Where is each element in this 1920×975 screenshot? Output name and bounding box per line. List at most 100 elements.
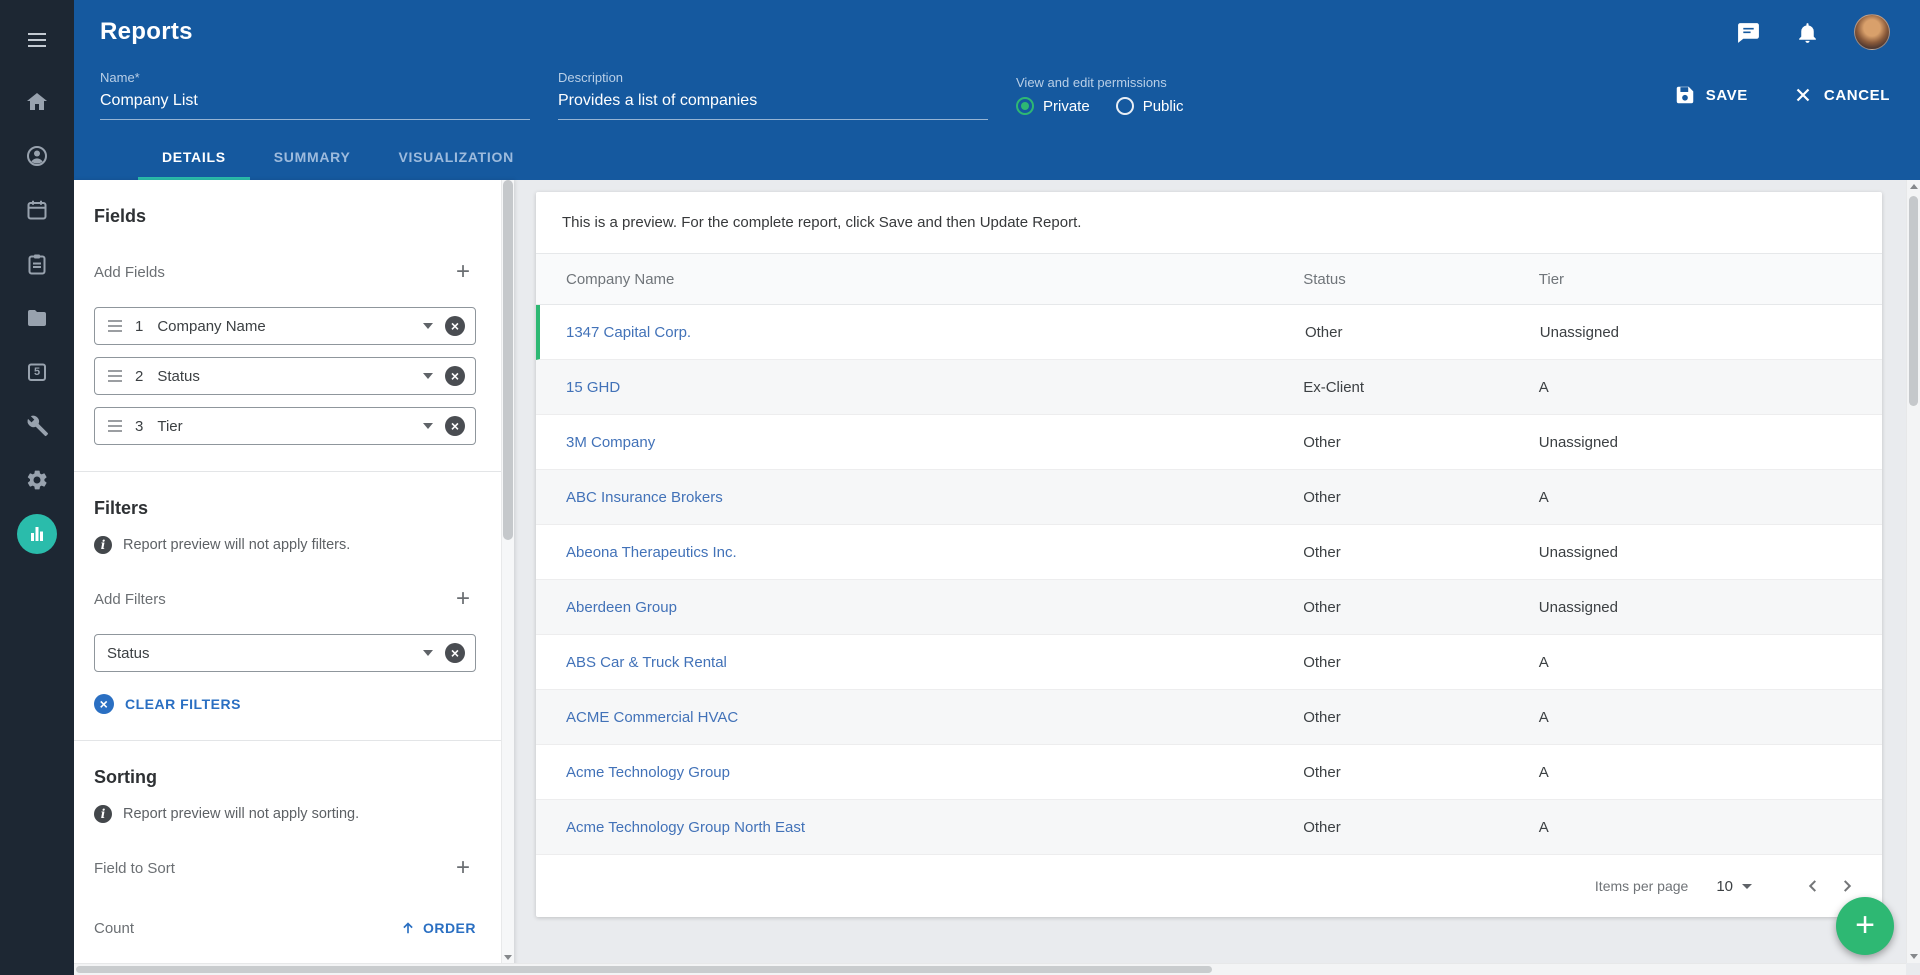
tab-details[interactable]: DETAILS [138, 136, 250, 180]
table-row[interactable]: 1347 Capital Corp. Other Unassigned [536, 305, 1882, 360]
table-row[interactable]: Acme Technology Group Other A [536, 745, 1882, 800]
drag-handle-icon[interactable] [107, 369, 123, 383]
status-cell: Other [1303, 654, 1539, 671]
company-link[interactable]: Acme Technology Group North East [566, 819, 805, 836]
chat-icon[interactable] [1736, 20, 1761, 45]
table-footer: Items per page 10 [536, 855, 1882, 917]
clear-filters-button[interactable]: CLEAR FILTERS [94, 694, 476, 714]
table-header-row: Company Name Status Tier [536, 253, 1882, 305]
name-input[interactable]: Company List [100, 92, 530, 120]
card-5-icon[interactable]: 5 [17, 352, 57, 392]
table-row[interactable]: Acme Technology Group North East Other A [536, 800, 1882, 855]
tools-icon[interactable] [17, 406, 57, 446]
table-row[interactable]: Abeona Therapeutics Inc. Other Unassigne… [536, 525, 1882, 580]
close-icon [1792, 84, 1814, 106]
company-link[interactable]: 1347 Capital Corp. [566, 324, 691, 341]
add-field-plus-icon[interactable] [450, 259, 476, 285]
drag-handle-icon[interactable] [107, 419, 123, 433]
remove-filter-icon[interactable] [445, 643, 465, 663]
reports-icon[interactable] [17, 514, 57, 554]
field-chip-status[interactable]: 2 Status [94, 357, 476, 395]
page-title: Reports [100, 18, 193, 46]
table-row[interactable]: ABS Car & Truck Rental Other A [536, 635, 1882, 690]
folder-icon[interactable] [17, 298, 57, 338]
settings-icon[interactable] [17, 460, 57, 500]
page-scrollbar-vertical[interactable] [1906, 180, 1920, 963]
column-header-status[interactable]: Status [1303, 271, 1539, 288]
add-fab-button[interactable] [1836, 897, 1894, 955]
panel-scrollbar[interactable] [501, 180, 514, 963]
add-filter-plus-icon[interactable] [450, 586, 476, 612]
table-row[interactable]: 15 GHD Ex-Client A [536, 360, 1882, 415]
table-row[interactable]: 3M Company Other Unassigned [536, 415, 1882, 470]
card-badge: 5 [34, 366, 40, 378]
tier-cell: A [1539, 819, 1882, 836]
field-chip-tier[interactable]: 3 Tier [94, 407, 476, 445]
company-link[interactable]: ABC Insurance Brokers [566, 489, 723, 506]
company-link[interactable]: Abeona Therapeutics Inc. [566, 544, 737, 561]
user-avatar[interactable] [1854, 14, 1890, 50]
previous-page-button[interactable] [1796, 869, 1830, 903]
column-header-company[interactable]: Company Name [536, 271, 1303, 288]
panel-scrollbar-thumb[interactable] [503, 180, 513, 540]
tab-visualization[interactable]: VISUALIZATION [374, 136, 537, 180]
drag-handle-icon[interactable] [107, 319, 123, 333]
page-scrollbar-horizontal-thumb[interactable] [76, 966, 1212, 973]
order-button[interactable]: ORDER [399, 919, 476, 937]
save-button-label: SAVE [1706, 87, 1748, 104]
tasks-icon[interactable] [17, 244, 57, 284]
page-scrollbar-thumb[interactable] [1909, 196, 1918, 406]
company-link[interactable]: 3M Company [566, 434, 655, 451]
tab-summary[interactable]: SUMMARY [250, 136, 375, 180]
column-header-tier[interactable]: Tier [1539, 271, 1882, 288]
save-icon [1674, 84, 1696, 106]
panel-scroll-down-arrow[interactable] [502, 955, 514, 960]
public-radio[interactable]: Public [1116, 97, 1184, 115]
field-label: Company Name [157, 318, 423, 335]
chevron-down-icon[interactable] [423, 650, 433, 656]
calendar-icon[interactable] [17, 190, 57, 230]
field-label: Status [157, 368, 423, 385]
scroll-down-arrow[interactable] [1907, 954, 1920, 959]
triangle-down-icon [504, 955, 512, 960]
account-icon[interactable] [17, 136, 57, 176]
report-tabs: DETAILS SUMMARY VISUALIZATION [74, 136, 1920, 180]
company-link[interactable]: Aberdeen Group [566, 599, 677, 616]
remove-field-icon[interactable] [445, 316, 465, 336]
order-button-label: ORDER [423, 920, 476, 936]
add-sort-plus-icon[interactable] [450, 855, 476, 881]
items-per-page-select[interactable]: 10 [1716, 878, 1752, 895]
table-row[interactable]: Aberdeen Group Other Unassigned [536, 580, 1882, 635]
private-radio[interactable]: Private [1016, 97, 1090, 115]
filter-chip-status[interactable]: Status [94, 634, 476, 672]
remove-field-icon[interactable] [445, 416, 465, 436]
chevron-down-icon[interactable] [423, 373, 433, 379]
table-row[interactable]: ACME Commercial HVAC Other A [536, 690, 1882, 745]
private-radio-label: Private [1043, 98, 1090, 115]
field-position: 1 [135, 318, 143, 335]
company-link[interactable]: 15 GHD [566, 379, 620, 396]
company-link[interactable]: ACME Commercial HVAC [566, 709, 738, 726]
field-position: 3 [135, 418, 143, 435]
menu-icon[interactable] [17, 20, 57, 60]
save-button[interactable]: SAVE [1674, 84, 1748, 106]
cancel-button[interactable]: CANCEL [1792, 84, 1890, 106]
page-scrollbar-horizontal[interactable] [74, 963, 1906, 975]
field-chip-company-name[interactable]: 1 Company Name [94, 307, 476, 345]
scroll-up-arrow[interactable] [1907, 184, 1920, 189]
company-link[interactable]: ABS Car & Truck Rental [566, 654, 727, 671]
filters-note: Report preview will not apply filters. [123, 537, 350, 553]
table-row[interactable]: ABC Insurance Brokers Other A [536, 470, 1882, 525]
remove-field-icon[interactable] [445, 366, 465, 386]
chevron-down-icon [1742, 884, 1752, 889]
tier-cell: Unassigned [1539, 599, 1882, 616]
chevron-down-icon[interactable] [423, 423, 433, 429]
description-input[interactable]: Provides a list of companies [558, 92, 988, 120]
cancel-button-label: CANCEL [1824, 87, 1890, 104]
notifications-bell-icon[interactable] [1795, 20, 1820, 45]
status-cell: Other [1303, 819, 1539, 836]
home-icon[interactable] [17, 82, 57, 122]
company-link[interactable]: Acme Technology Group [566, 764, 730, 781]
triangle-up-icon [1910, 184, 1918, 189]
chevron-down-icon[interactable] [423, 323, 433, 329]
